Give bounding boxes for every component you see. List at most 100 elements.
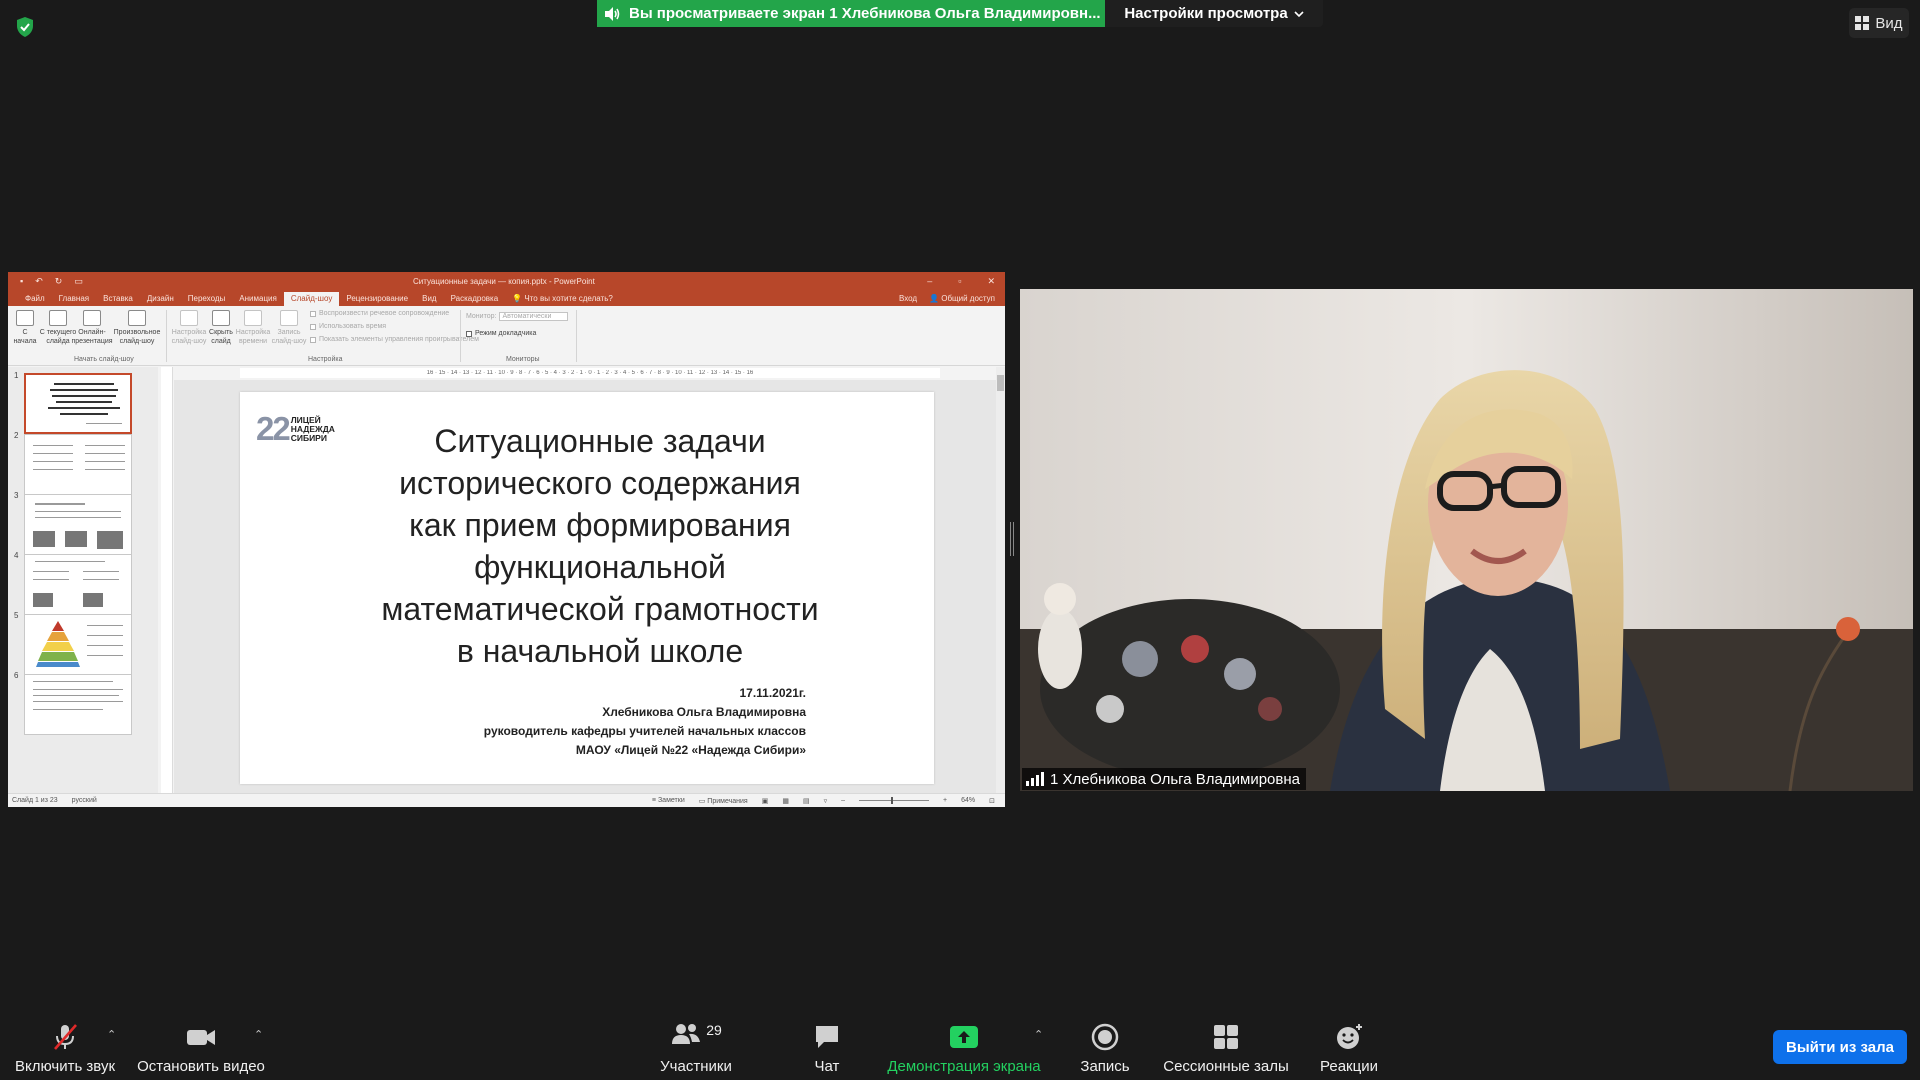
notes-button[interactable]: ≡ Заметки xyxy=(652,797,685,804)
tab-review[interactable]: Рецензирование xyxy=(339,292,415,306)
minimize-icon[interactable]: – xyxy=(927,276,932,287)
video-options-chevron-up-icon[interactable]: ⌃ xyxy=(254,1028,263,1041)
tab-insert[interactable]: Вставка xyxy=(96,292,140,306)
close-icon[interactable]: ✕ xyxy=(987,276,995,287)
zoom-level[interactable]: 64% xyxy=(961,797,975,804)
share-screen-label: Демонстрация экрана xyxy=(887,1058,1041,1075)
zoom-out-icon[interactable]: – xyxy=(841,797,845,804)
slide-thumbnail[interactable] xyxy=(24,554,132,615)
share-options-chevron-up-icon[interactable]: ⌃ xyxy=(1034,1028,1043,1041)
use-timing-checkbox[interactable]: Использовать время xyxy=(310,323,386,330)
slide-thumbnail[interactable] xyxy=(24,494,132,555)
sign-in-link[interactable]: Вход xyxy=(899,294,917,303)
view-button[interactable]: Вид xyxy=(1849,8,1909,38)
checkbox-box-checked xyxy=(466,330,472,337)
tab-transitions[interactable]: Переходы xyxy=(181,292,233,306)
tab-slideshow[interactable]: Слайд-шоу xyxy=(283,292,340,306)
language-indicator[interactable]: русский xyxy=(72,797,97,804)
presenter-view-checkbox[interactable]: Режим докладчика xyxy=(466,330,536,337)
participants-button[interactable]: 29 Участники xyxy=(656,1022,736,1075)
zoom-slider[interactable] xyxy=(859,797,930,804)
slide-thumbnail[interactable] xyxy=(24,614,132,675)
monitor-dropdown[interactable]: Автоматически xyxy=(499,312,569,321)
record-button[interactable]: Запись xyxy=(1076,1022,1134,1075)
tell-me-search[interactable]: 💡 Что вы хотите сделать? xyxy=(505,292,620,306)
tab-design[interactable]: Дизайн xyxy=(140,292,181,306)
hide-slide-icon xyxy=(212,310,230,326)
tab-view[interactable]: Вид xyxy=(415,292,443,306)
view-settings-button[interactable]: Настройки просмотра xyxy=(1105,0,1323,27)
thumb-number: 3 xyxy=(14,491,19,500)
from-start-button[interactable]: С начала xyxy=(12,310,38,346)
share-screen-button[interactable]: Демонстрация экрана xyxy=(884,1022,1044,1075)
chat-button[interactable]: Чат xyxy=(802,1022,852,1075)
hide-slide-button[interactable]: Скрыть слайд xyxy=(206,310,236,346)
media-controls-label: Показать элементы управления проигрывате… xyxy=(319,336,479,343)
stop-video-button[interactable]: Остановить видео xyxy=(136,1022,266,1075)
slide-thumbnail[interactable] xyxy=(24,434,132,495)
checkbox-box xyxy=(310,336,316,343)
custom-show-button[interactable]: Произвольное слайд-шоу xyxy=(112,310,162,346)
thumb-number: 5 xyxy=(14,611,19,620)
slideshow-view-icon[interactable]: ▿ xyxy=(824,797,828,805)
ribbon-divider xyxy=(576,310,577,362)
unmute-button[interactable]: Включить звук xyxy=(12,1022,118,1075)
online-presentation-icon xyxy=(83,310,101,326)
participant-video[interactable] xyxy=(1020,289,1913,791)
slide-title-line: математической грамотности xyxy=(381,591,819,627)
group-start-label: Начать слайд-шоу xyxy=(74,356,134,363)
checkbox-box xyxy=(310,310,316,317)
breakout-rooms-grid-icon xyxy=(1214,1025,1238,1049)
monitor-select[interactable]: Монитор: Автоматически xyxy=(466,312,569,321)
breakout-rooms-button[interactable]: Сессионные залы xyxy=(1162,1022,1290,1075)
narration-label: Воспроизвести речевое сопровождение xyxy=(319,310,450,317)
slide-thumbnail[interactable] xyxy=(24,674,132,735)
chat-bubble-icon xyxy=(816,1026,838,1048)
security-shield-icon[interactable] xyxy=(14,16,36,38)
shared-powerpoint-window[interactable]: ▪ ↶ ↻ ▭ Ситуационные задачи — копия.pptx… xyxy=(8,272,1005,807)
thumb-number: 2 xyxy=(14,431,19,440)
presenter-label: Режим докладчика xyxy=(475,330,537,337)
record-icon xyxy=(1091,1023,1119,1051)
normal-view-icon[interactable]: ▣ xyxy=(762,797,769,805)
share-link[interactable]: 👤 Общий доступ xyxy=(929,294,995,303)
tab-animation[interactable]: Анимация xyxy=(232,292,284,306)
audio-options-chevron-up-icon[interactable]: ⌃ xyxy=(107,1028,116,1041)
view-settings-label: Настройки просмотра xyxy=(1124,5,1288,22)
record-slideshow-button[interactable]: Запись слайд-шоу xyxy=(270,310,308,346)
scrollbar-thumb[interactable] xyxy=(997,375,1004,391)
narration-checkbox[interactable]: Воспроизвести речевое сопровождение xyxy=(310,310,449,317)
redo-icon[interactable]: ↻ xyxy=(55,276,63,287)
fit-slide-icon[interactable]: ⊡ xyxy=(989,797,995,805)
undo-icon[interactable]: ↶ xyxy=(35,276,43,287)
slide-title-line: функциональной xyxy=(474,549,726,585)
tab-storyboard[interactable]: Раскадровка xyxy=(444,292,506,306)
record-icon xyxy=(280,310,298,326)
rehearse-timing-button[interactable]: Настройка времени xyxy=(234,310,272,346)
maximize-icon[interactable]: ▫ xyxy=(958,276,961,287)
leave-room-button[interactable]: Выйти из зала xyxy=(1773,1030,1907,1064)
sorter-view-icon[interactable]: ▦ xyxy=(782,797,789,805)
tell-me-label: Что вы хотите сделать? xyxy=(524,294,613,303)
slide-date: 17.11.2021г. xyxy=(739,686,806,700)
media-controls-checkbox[interactable]: Показать элементы управления проигрывате… xyxy=(310,336,479,343)
participants-icon xyxy=(672,1024,701,1044)
presentation-icon[interactable]: ▭ xyxy=(74,276,83,287)
reactions-button[interactable]: Реакции xyxy=(1316,1022,1382,1075)
reading-view-icon[interactable]: ▤ xyxy=(803,797,810,805)
setup-slideshow-button[interactable]: Настройка слайд-шоу xyxy=(168,310,210,346)
current-slide[interactable]: 22 ЛИЦЕЙ НАДЕЖДА СИБИРИ Ситуационные зад… xyxy=(240,392,934,784)
ppt-vertical-scrollbar[interactable] xyxy=(996,367,1005,793)
comments-button[interactable]: ▭ Примечания xyxy=(699,797,748,805)
zoom-in-icon[interactable]: + xyxy=(943,797,947,804)
slide-thumbnail[interactable] xyxy=(24,373,132,434)
tab-file[interactable]: Файл xyxy=(18,292,52,306)
online-presentation-button[interactable]: Онлайн-презентация xyxy=(71,310,113,346)
share-label: Общий доступ xyxy=(941,294,995,303)
tab-home[interactable]: Главная xyxy=(52,292,96,306)
save-icon[interactable]: ▪ xyxy=(20,276,23,287)
view-label: Вид xyxy=(1875,14,1903,32)
slide-role: руководитель кафедры учителей начальных … xyxy=(483,724,806,738)
panel-splitter-handle[interactable] xyxy=(1010,522,1014,556)
video-camera-icon xyxy=(187,1030,215,1045)
